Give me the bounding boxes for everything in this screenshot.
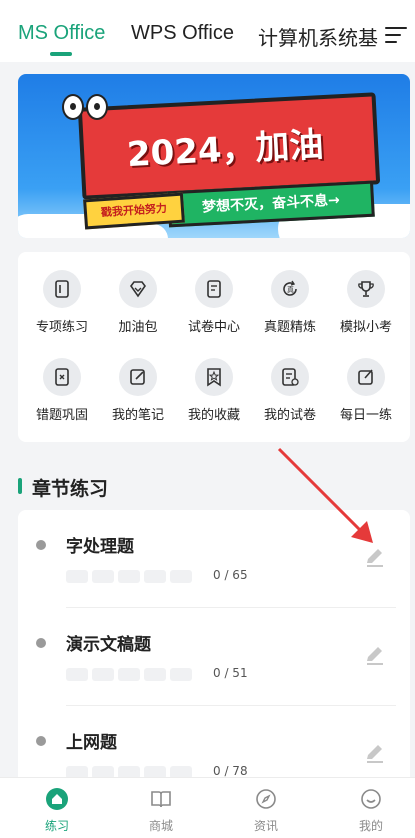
bullet-dot (36, 736, 46, 746)
grid-label: 加油包 (118, 320, 158, 335)
star-bookmark-icon (195, 358, 233, 396)
top-tab-bar: MS Office WPS Office 计算机系统基 (0, 0, 415, 62)
svg-text:真: 真 (287, 285, 294, 294)
nav-label: 我的 (358, 819, 383, 833)
progress-segments (66, 568, 196, 587)
promo-banner[interactable]: 2024，加油 梦想不灭，奋斗不息→ 戳我开始努力 (18, 74, 410, 238)
grid-item-my-notes[interactable]: 我的笔记 (100, 358, 176, 423)
tab-computer-system[interactable]: 计算机系统基 (258, 22, 378, 51)
grid-label: 我的收藏 (187, 408, 240, 423)
compass-icon (256, 789, 276, 809)
bottom-nav: 练习 商城 资讯 我的 (0, 777, 415, 838)
active-tab-indicator (50, 52, 72, 56)
pencil-icon[interactable] (364, 742, 386, 768)
my-paper-icon (271, 358, 309, 396)
tab-wps-office[interactable]: WPS Office (131, 22, 234, 45)
grid-item-daily-practice[interactable]: 每日一练 (328, 358, 404, 423)
nav-label: 商城 (148, 819, 173, 833)
nav-news[interactable]: 资讯 (236, 788, 296, 834)
grid-item-real-exam[interactable]: 真 真题精炼 (252, 270, 328, 335)
cartoon-eyes-icon (62, 94, 110, 124)
pencil-icon[interactable] (364, 644, 386, 670)
progress-segments (66, 666, 196, 685)
section-accent-bar (18, 478, 22, 494)
chapter-progress: 0 / 51 (213, 666, 248, 680)
grid-item-paper-center[interactable]: 试卷中心 (176, 270, 252, 335)
grid-label: 我的试卷 (263, 408, 316, 423)
tab-ms-office[interactable]: MS Office (18, 22, 105, 45)
nav-label: 资讯 (253, 819, 278, 833)
feature-grid: 专项练习 加油包 试卷中心 真 真题精炼 模拟小考 错题巩固 我的笔记 我的收藏… (18, 252, 410, 442)
grid-item-boost-pack[interactable]: 加油包 (100, 270, 176, 335)
grid-label: 我的笔记 (111, 408, 164, 423)
chapter-progress: 0 / 78 (213, 764, 248, 778)
chapter-title: 上网题 (66, 733, 117, 753)
nav-label: 练习 (44, 819, 69, 833)
smile-icon (361, 789, 381, 809)
grid-label: 试卷中心 (187, 320, 240, 335)
nav-shop[interactable]: 商城 (131, 788, 191, 834)
chapter-progress: 0 / 65 (213, 568, 248, 582)
bullet-dot (36, 638, 46, 648)
book-icon (43, 270, 81, 308)
grid-label: 专项练习 (35, 320, 88, 335)
paper-icon (195, 270, 233, 308)
chapter-title: 演示文稿题 (66, 635, 151, 655)
trophy-icon (347, 270, 385, 308)
menu-icon[interactable] (385, 27, 407, 43)
grid-label: 真题精炼 (263, 320, 316, 335)
grid-item-mock-exam[interactable]: 模拟小考 (328, 270, 404, 335)
nav-mine[interactable]: 我的 (341, 788, 401, 834)
grid-item-my-favorites[interactable]: 我的收藏 (176, 358, 252, 423)
chapter-title: 字处理题 (66, 537, 134, 557)
annotation-arrow-icon (277, 447, 373, 543)
grid-label: 模拟小考 (339, 320, 392, 335)
chapter-item[interactable]: 演示文稿题 0 / 51 (18, 608, 410, 706)
daily-edit-icon (347, 358, 385, 396)
grid-item-special-practice[interactable]: 专项练习 (24, 270, 100, 335)
book-open-icon (151, 791, 171, 808)
refresh-icon: 真 (271, 270, 309, 308)
home-icon (46, 788, 68, 810)
grid-item-my-papers[interactable]: 我的试卷 (252, 358, 328, 423)
section-title: 章节练习 (32, 478, 109, 500)
bullet-dot (36, 540, 46, 550)
diamond-icon (119, 270, 157, 308)
grid-label: 每日一练 (339, 408, 392, 423)
wrong-book-icon (43, 358, 81, 396)
nav-practice[interactable]: 练习 (27, 788, 87, 834)
grid-label: 错题巩固 (35, 408, 88, 423)
grid-item-wrong-questions[interactable]: 错题巩固 (24, 358, 100, 423)
note-icon (119, 358, 157, 396)
